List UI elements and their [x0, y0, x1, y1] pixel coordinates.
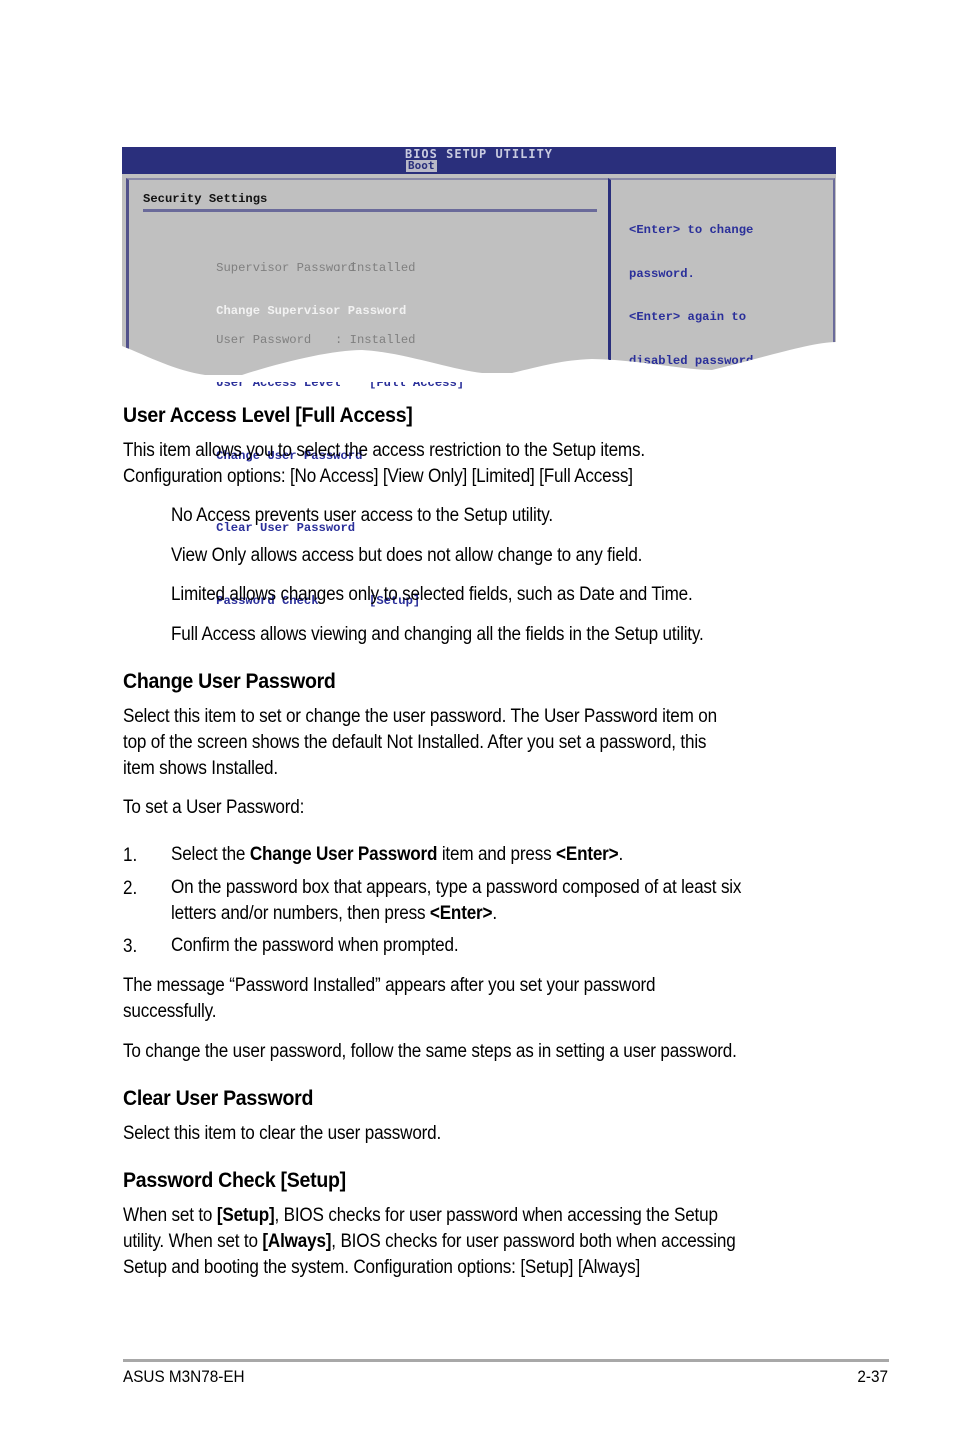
step-text: letters and/or numbers, then press	[171, 903, 430, 924]
bios-section-title: Security Settings	[143, 192, 268, 206]
bios-screenshot: BIOS SETUP UTILITY Boot Security Setting…	[122, 147, 836, 608]
option-description: View Only allows access but does not all…	[171, 545, 643, 566]
paragraph: successfully.	[123, 1001, 217, 1022]
bios-help-line: <Enter> to change	[629, 223, 754, 237]
paragraph: Setup and booting the system. Configurat…	[123, 1257, 641, 1278]
step-number: 1.	[123, 845, 138, 866]
option-emphasis: [Setup]	[216, 1205, 275, 1226]
text: When set to	[123, 1205, 217, 1226]
paragraph: When set to [Setup], BIOS checks for use…	[123, 1203, 718, 1229]
paragraph: The message “Password Installed” appears…	[123, 975, 656, 996]
bios-title: BIOS SETUP UTILITY	[404, 146, 554, 162]
step-text: .	[618, 844, 624, 865]
paragraph: top of the screen shows the default Not …	[123, 732, 707, 753]
paragraph: This item allows you to select the acces…	[123, 440, 645, 461]
paragraph: Select this item to clear the user passw…	[123, 1123, 442, 1144]
option-description: Full Access allows viewing and changing …	[171, 624, 704, 645]
option-description: Limited allows changes only to selected …	[171, 584, 693, 605]
paragraph: item shows Installed.	[123, 758, 278, 779]
option-emphasis: [Always]	[262, 1231, 332, 1252]
heading-password-check: Password Check [Setup]	[123, 1169, 346, 1192]
footer-divider	[123, 1359, 889, 1362]
option-description: No Access prevents user access to the Se…	[171, 505, 553, 526]
text: utility. When set to	[123, 1231, 263, 1252]
torn-edge	[122, 342, 836, 382]
bios-section-divider	[143, 209, 597, 212]
paragraph: Configuration options: [No Access] [View…	[123, 466, 633, 487]
paragraph: utility. When set to [Always], BIOS chec…	[123, 1229, 736, 1255]
bios-help-line: password.	[629, 266, 695, 281]
bios-menu-label: Change Supervisor Password	[216, 303, 407, 318]
text: , BIOS checks for user password when acc…	[274, 1205, 718, 1226]
bios-menu-item-change-supervisor-password[interactable]: Change Supervisor Password	[143, 289, 406, 333]
paragraph: To change the user password, follow the …	[123, 1041, 737, 1062]
step-2-line-2: letters and/or numbers, then press <Ente…	[171, 901, 497, 927]
bios-tab-boot[interactable]: Boot	[406, 160, 437, 172]
heading-change-user-password: Change User Password	[123, 670, 336, 693]
step-text: item and press	[437, 844, 557, 865]
step-2-line-1: On the password box that appears, type a…	[171, 877, 742, 898]
step-3: Confirm the password when prompted.	[171, 935, 459, 956]
bios-help-line: <Enter> again to	[629, 310, 747, 324]
footer-page-number: 2-37	[857, 1367, 888, 1386]
bios-header: BIOS SETUP UTILITY Boot	[122, 147, 836, 174]
footer-product: ASUS M3N78-EH	[123, 1367, 245, 1386]
step-text: Select the	[171, 844, 250, 865]
step-number: 3.	[123, 936, 138, 957]
heading-user-access-level: User Access Level [Full Access]	[123, 404, 413, 427]
step-text: .	[492, 903, 497, 924]
text: , BIOS checks for user password both whe…	[331, 1231, 736, 1252]
paragraph: Select this item to set or change the us…	[123, 706, 717, 727]
step-1: Select the Change User Password item and…	[171, 842, 623, 868]
step-number: 2.	[123, 878, 138, 899]
heading-clear-user-password: Clear User Password	[123, 1087, 314, 1110]
paragraph: To set a User Password:	[123, 797, 305, 818]
step-key: <Enter>	[556, 844, 619, 865]
step-emphasis: Change User Password	[249, 844, 438, 865]
step-key: <Enter>	[429, 903, 493, 924]
